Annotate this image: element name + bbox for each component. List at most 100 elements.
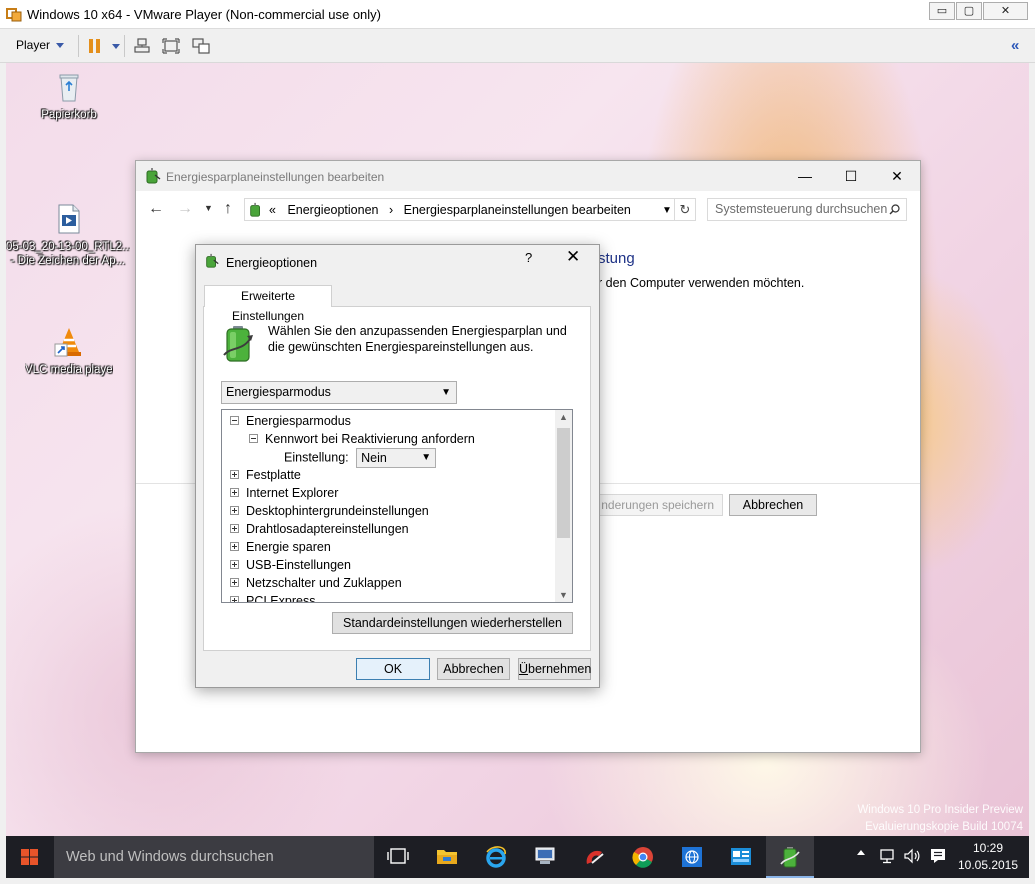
dialog-cancel-button[interactable]: Abbrechen bbox=[437, 658, 510, 680]
tab-erweiterte-einstellungen[interactable]: Erweiterte Einstellungen bbox=[204, 285, 332, 323]
tree-node-label: Desktophintergrundeinstellungen bbox=[246, 504, 429, 518]
restore-defaults-button[interactable]: Standardeinstellungen wiederherstellen bbox=[332, 612, 573, 634]
taskbar-clock[interactable]: 10:29 10.05.2015 bbox=[954, 840, 1022, 874]
back-arrow-icon[interactable]: ← bbox=[148, 200, 164, 218]
tree-node-energiesparmodus[interactable]: Energiesparmodus bbox=[230, 413, 351, 429]
battery-plan-icon bbox=[223, 326, 253, 362]
pause-icon[interactable] bbox=[88, 39, 102, 53]
taskbar-file-explorer[interactable] bbox=[423, 836, 471, 878]
taskbar-ccleaner[interactable] bbox=[570, 836, 618, 878]
desktop-icon-label: Papierkorb bbox=[41, 109, 97, 121]
ok-button[interactable]: OK bbox=[356, 658, 430, 680]
power-options-icon bbox=[206, 253, 219, 268]
dialog-description: Wählen Sie den anzupassenden Energiespar… bbox=[268, 324, 567, 354]
tree-node[interactable]: Netzschalter und Zuklappen bbox=[230, 575, 402, 591]
vmware-close-button[interactable]: ✕ bbox=[983, 2, 1028, 20]
tree-node[interactable]: Festplatte bbox=[230, 467, 301, 483]
desktop-icon-recycle-bin[interactable]: Papierkorb bbox=[25, 71, 113, 122]
desktop-icon-media-file[interactable]: 05-03_20-13-00_RTL2... - Die Zeichen der… bbox=[6, 203, 130, 268]
breadcrumb-energieoptionen[interactable]: Energieoptionen bbox=[287, 203, 378, 217]
tree-node[interactable]: PCI Express bbox=[230, 593, 315, 602]
desktop-icon-label: - Die Zeichen der Ap... bbox=[10, 255, 126, 267]
collapse-icon[interactable] bbox=[230, 416, 239, 425]
control-panel-search-input[interactable]: Systemsteuerung durchsuchen bbox=[707, 198, 907, 221]
taskbar-control-panel[interactable] bbox=[717, 836, 765, 878]
expand-icon[interactable] bbox=[230, 506, 239, 515]
close-icon[interactable]: ✕ bbox=[566, 247, 580, 267]
tree-node[interactable]: Internet Explorer bbox=[230, 485, 338, 501]
tree-node[interactable]: Drahtlosadaptereinstellungen bbox=[230, 521, 409, 537]
toolbar-divider bbox=[124, 35, 125, 57]
expand-icon[interactable] bbox=[230, 488, 239, 497]
chevron-down-icon[interactable]: ▼ bbox=[662, 205, 672, 216]
chevron-down-icon[interactable] bbox=[112, 44, 120, 49]
dialog-title: Energieoptionen bbox=[226, 256, 318, 270]
vmware-maximize-button[interactable]: ▢ bbox=[956, 2, 982, 20]
help-icon[interactable]: ? bbox=[525, 250, 532, 265]
show-hidden-icons-chevron-icon[interactable] bbox=[857, 850, 865, 855]
forward-arrow-icon[interactable]: → bbox=[177, 200, 193, 218]
action-center-icon[interactable] bbox=[929, 848, 947, 864]
breadcrumb-overflow[interactable]: « bbox=[269, 203, 276, 217]
fit-guest-icon[interactable] bbox=[162, 38, 180, 54]
desktop-icon-vlc[interactable]: VLC media player bbox=[25, 326, 113, 377]
volume-icon[interactable] bbox=[903, 848, 921, 864]
send-ctrl-alt-del-icon[interactable] bbox=[133, 38, 151, 54]
tree-node-kennwort[interactable]: Kennwort bei Reaktivierung anfordern bbox=[249, 431, 475, 447]
tree-node[interactable]: Energie sparen bbox=[230, 539, 331, 555]
taskbar-chrome[interactable] bbox=[619, 836, 667, 878]
tree-node[interactable]: USB-Einstellungen bbox=[230, 557, 351, 573]
maximize-button[interactable]: ☐ bbox=[828, 161, 874, 191]
scrollbar-thumb[interactable] bbox=[557, 428, 570, 538]
recent-locations-chevron-icon[interactable]: ▼ bbox=[204, 203, 213, 213]
address-bar[interactable]: « Energieoptionen › Energiesparplaneinst… bbox=[244, 198, 696, 221]
breadcrumb-current[interactable]: Energiesparplaneinstellungen bearbeiten bbox=[404, 203, 631, 217]
taskbar: Web und Windows durchsuchen 10:29 10.05.… bbox=[6, 836, 1029, 878]
media-file-icon bbox=[58, 204, 80, 234]
desktop-icon-label: 05-03_20-13-00_RTL2... bbox=[6, 241, 130, 253]
tree-node-label: Energie sparen bbox=[246, 540, 331, 554]
expand-icon[interactable] bbox=[230, 470, 239, 479]
minimize-button[interactable]: — bbox=[782, 161, 828, 191]
taskbar-power-options[interactable] bbox=[766, 836, 814, 878]
scroll-up-icon[interactable]: ▲ bbox=[559, 412, 568, 422]
taskbar-globe-app[interactable] bbox=[668, 836, 716, 878]
plan-select[interactable]: Energiesparmodus ▼ bbox=[221, 381, 457, 404]
vm-frame-right bbox=[1029, 63, 1035, 884]
close-button[interactable]: ✕ bbox=[874, 161, 920, 191]
expand-icon[interactable] bbox=[230, 578, 239, 587]
vmware-minimize-button[interactable]: ▭ bbox=[929, 2, 955, 20]
tree-node-label: Drahtlosadaptereinstellungen bbox=[246, 522, 409, 536]
network-tray-icon[interactable] bbox=[878, 848, 896, 864]
dialog-tab-panel: Wählen Sie den anzupassenden Energiespar… bbox=[203, 306, 591, 651]
refresh-button[interactable]: ↻ bbox=[674, 198, 696, 221]
expand-icon[interactable] bbox=[230, 542, 239, 551]
apply-button[interactable]: Übernehmen bbox=[518, 658, 591, 680]
tree-node[interactable]: Desktophintergrundeinstellungen bbox=[230, 503, 429, 519]
taskbar-internet-explorer[interactable] bbox=[472, 836, 520, 878]
expand-icon[interactable] bbox=[230, 560, 239, 569]
collapse-icon[interactable] bbox=[249, 434, 258, 443]
taskbar-network-app[interactable] bbox=[521, 836, 569, 878]
power-options-icon bbox=[146, 168, 161, 184]
player-menu-button[interactable]: Player bbox=[16, 38, 65, 52]
taskbar-search-input[interactable]: Web und Windows durchsuchen bbox=[54, 836, 374, 878]
toolbar-divider bbox=[78, 35, 79, 57]
unity-mode-icon[interactable] bbox=[192, 38, 210, 54]
task-view-button[interactable] bbox=[374, 836, 422, 878]
vlc-icon bbox=[54, 328, 81, 357]
collapse-toolbar-icon[interactable]: « bbox=[1011, 37, 1019, 54]
chrome-icon bbox=[632, 847, 653, 868]
apply-label: bernehmen bbox=[528, 662, 592, 676]
expand-icon[interactable] bbox=[230, 596, 239, 602]
up-arrow-icon[interactable]: ↑ bbox=[224, 200, 232, 218]
settings-tree: Energiesparmodus Kennwort bei Reaktivier… bbox=[221, 409, 573, 603]
cancel-button[interactable]: Abbrechen bbox=[729, 494, 817, 516]
tree-scrollbar[interactable]: ▲ ▼ bbox=[555, 410, 572, 602]
expand-icon[interactable] bbox=[230, 524, 239, 533]
search-placeholder: Systemsteuerung durchsuchen bbox=[715, 202, 888, 216]
start-button[interactable] bbox=[6, 836, 54, 878]
setting-select[interactable]: Nein ▼ bbox=[356, 448, 437, 468]
watermark-line: Windows 10 Pro Insider Preview bbox=[857, 804, 1023, 816]
scroll-down-icon[interactable]: ▼ bbox=[559, 590, 568, 600]
